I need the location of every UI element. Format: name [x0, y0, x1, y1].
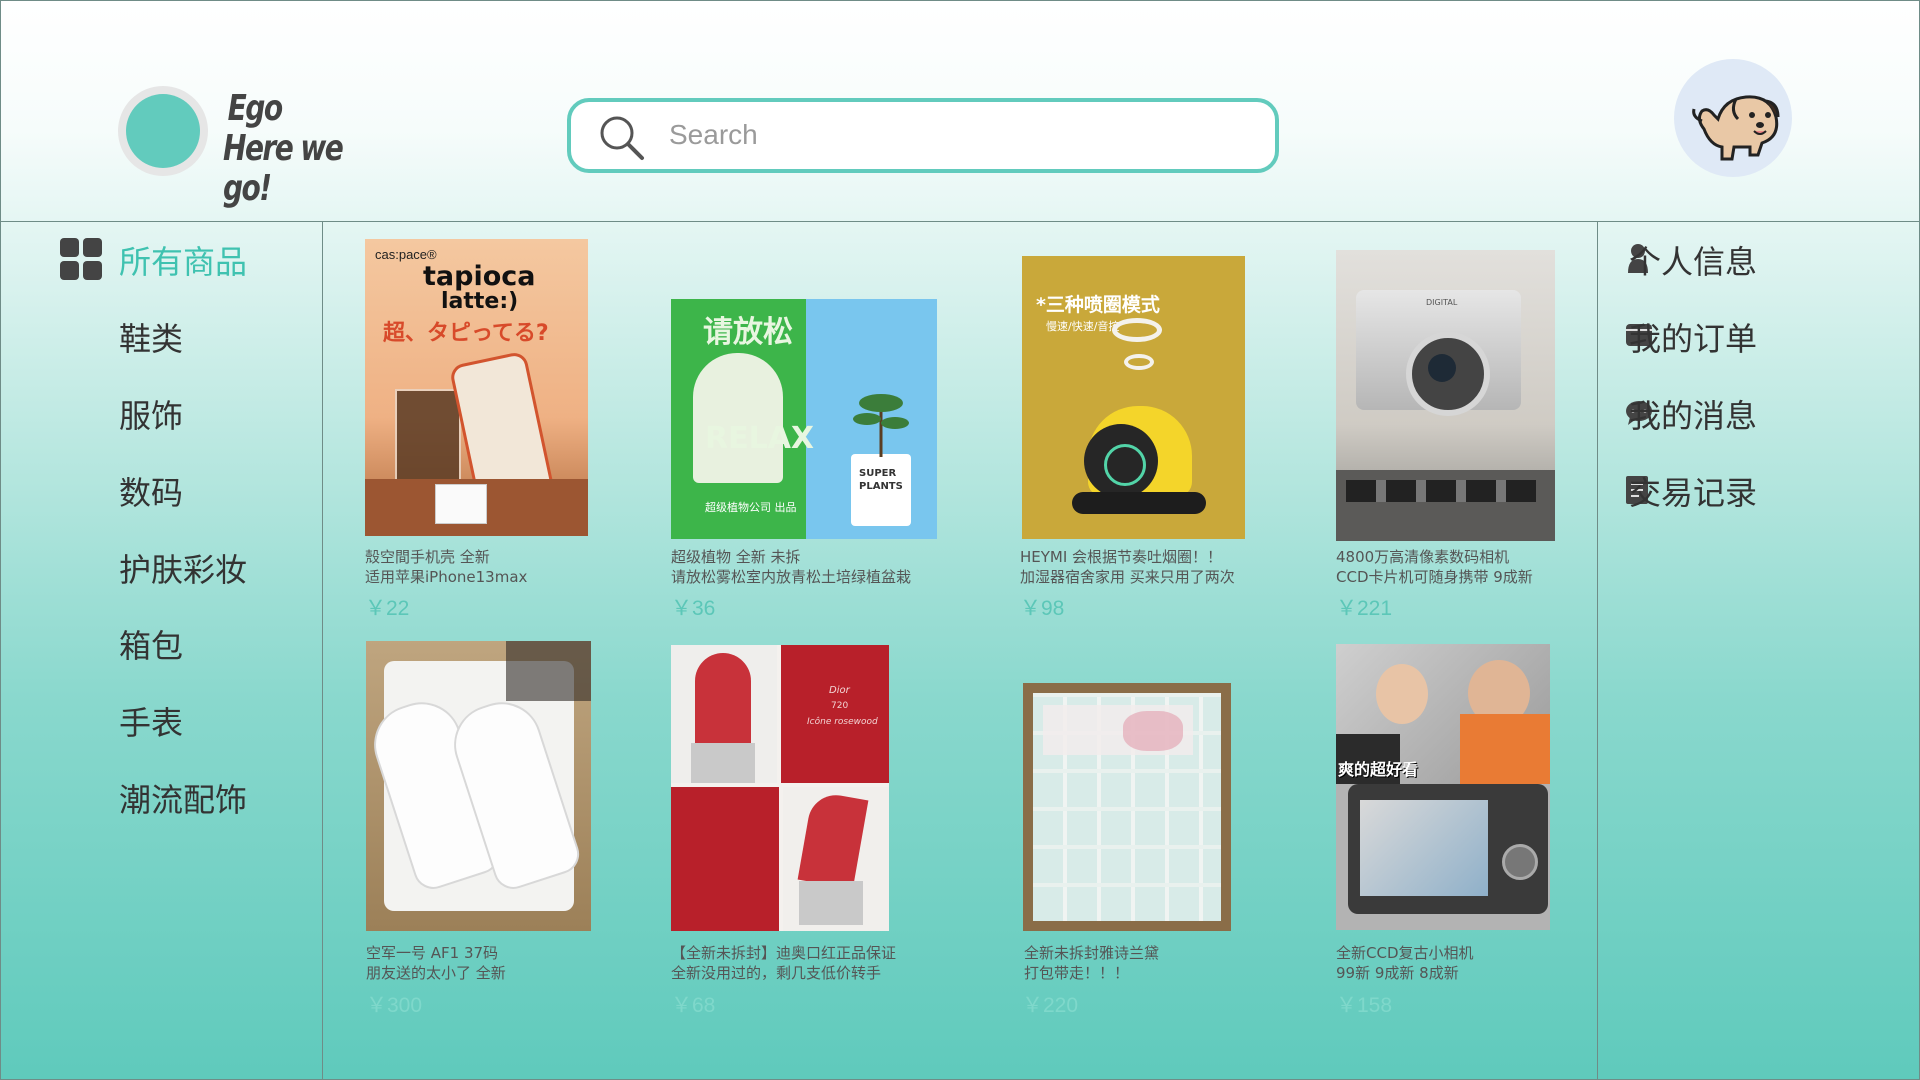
product-price: ￥22: [365, 597, 410, 620]
product-image[interactable]: [1023, 683, 1231, 931]
product-desc-line2: 朋友送的太小了 全新: [366, 964, 506, 982]
product-price: ￥98: [1020, 597, 1065, 620]
product-desc-line1: 4800万高清像素数码相机: [1336, 548, 1510, 566]
product-image-brand: Dior: [829, 685, 850, 696]
product-price: ￥221: [1336, 597, 1393, 620]
search-placeholder: Search: [669, 119, 758, 150]
dog-avatar-icon: [1692, 95, 1780, 161]
brand-line1: Ego: [227, 88, 283, 129]
left-panel-divider: [322, 221, 323, 1079]
product-price: ￥68: [671, 994, 716, 1017]
category-bags[interactable]: 箱包: [119, 621, 183, 667]
product-desc-line2: 打包带走！！！: [1024, 964, 1130, 982]
product-image[interactable]: [366, 641, 591, 931]
product-desc-line1: 全新未拆封雅诗兰黛: [1024, 944, 1160, 962]
user-avatar[interactable]: [1674, 59, 1792, 177]
app-window: Ego Here we go! Search 所有商品 鞋类 服饰 数码 护肤彩…: [0, 0, 1920, 1080]
category-clothing[interactable]: 服饰: [119, 391, 183, 437]
product-image-company: 超级植物公司 出品: [705, 501, 797, 514]
brand-line2: Here we go!: [223, 128, 344, 209]
product-price: ￥220: [1022, 994, 1079, 1017]
product-desc-line2: 加湿器宿舍家用 买来只用了两次: [1020, 568, 1235, 586]
product-image-sticker: 爽的超好看: [1338, 760, 1419, 779]
product-desc-line1: 殼空間手机壳 全新: [365, 548, 490, 566]
product-image-subtitle: latte:): [441, 289, 519, 314]
category-shoes[interactable]: 鞋类: [119, 314, 183, 360]
product-image-title: 请放松: [703, 315, 793, 350]
grid-icon: [60, 238, 102, 280]
menu-orders[interactable]: 我的订单: [1629, 314, 1757, 360]
product-image-brand: cas:pace®: [375, 247, 437, 262]
product-price: ￥158: [1336, 994, 1393, 1017]
product-desc-line1: 【全新未拆封】迪奥口红正品保证: [671, 944, 897, 962]
product-desc-line1: 空军一号 AF1 37码: [366, 944, 499, 962]
category-digital[interactable]: 数码: [119, 468, 183, 514]
category-all[interactable]: 所有商品: [119, 237, 247, 283]
menu-messages[interactable]: 我的消息: [1629, 391, 1757, 437]
menu-profile[interactable]: 个人信息: [1629, 237, 1757, 283]
product-image[interactable]: *三种喷圈模式 慢速/快速/音控: [1022, 256, 1245, 539]
menu-transactions[interactable]: 交易记录: [1629, 468, 1757, 514]
product-image[interactable]: 请放松 RELAX 超级植物公司 出品 SUPER PLANTS: [671, 299, 937, 539]
product-desc-line1: HEYMI 会根据节奏吐烟圈！！: [1020, 548, 1223, 566]
category-accessories[interactable]: 潮流配饰: [119, 775, 247, 821]
product-desc-line2: CCD卡片机可随身携带 9成新: [1336, 568, 1533, 586]
product-desc-line2: 适用苹果iPhone13max: [365, 568, 528, 586]
product-image[interactable]: cas:pace® tapioca latte:) 超、タピってる?: [365, 239, 588, 536]
product-image-shade: 720: [831, 701, 849, 711]
right-panel-divider: [1597, 221, 1598, 1079]
category-skincare-makeup[interactable]: 护肤彩妆: [119, 545, 247, 591]
product-desc-line1: 超级植物 全新 未拆: [671, 548, 801, 566]
product-desc-line1: 全新CCD复古小相机: [1336, 944, 1474, 962]
product-image[interactable]: Dior 720 Icône rosewood: [671, 645, 889, 931]
product-image-shade-name: Icône rosewood: [807, 717, 878, 727]
product-image-subtitle: 慢速/快速/音控: [1046, 320, 1120, 333]
product-image-badge: DIGITAL: [1426, 298, 1458, 307]
category-watches[interactable]: 手表: [119, 698, 183, 744]
product-desc-line2: 99新 9成新 8成新: [1336, 964, 1459, 982]
product-image-title: tapioca: [423, 261, 536, 292]
product-image-relax: RELAX: [705, 421, 815, 456]
product-price: ￥36: [671, 597, 716, 620]
product-image[interactable]: 爽的超好看: [1336, 644, 1550, 930]
product-image[interactable]: DIGITAL: [1336, 250, 1555, 541]
product-price: ￥300: [366, 994, 423, 1017]
search-input[interactable]: Search: [567, 98, 1279, 173]
brand-logo-text: Ego Here we go!: [223, 89, 379, 209]
product-image-title: *三种喷圈模式: [1036, 294, 1160, 316]
product-image-jp-text: 超、タピってる?: [383, 321, 549, 346]
search-icon: [600, 116, 644, 160]
product-desc-line2: 请放松雾松室内放青松土培绿植盆栽: [671, 568, 912, 586]
product-image-pot-label: SUPER PLANTS: [859, 468, 903, 492]
product-desc-line2: 全新没用过的，剩几支低价转手: [671, 964, 882, 982]
logo-icon[interactable]: [118, 86, 208, 176]
header-divider: [1, 221, 1919, 222]
